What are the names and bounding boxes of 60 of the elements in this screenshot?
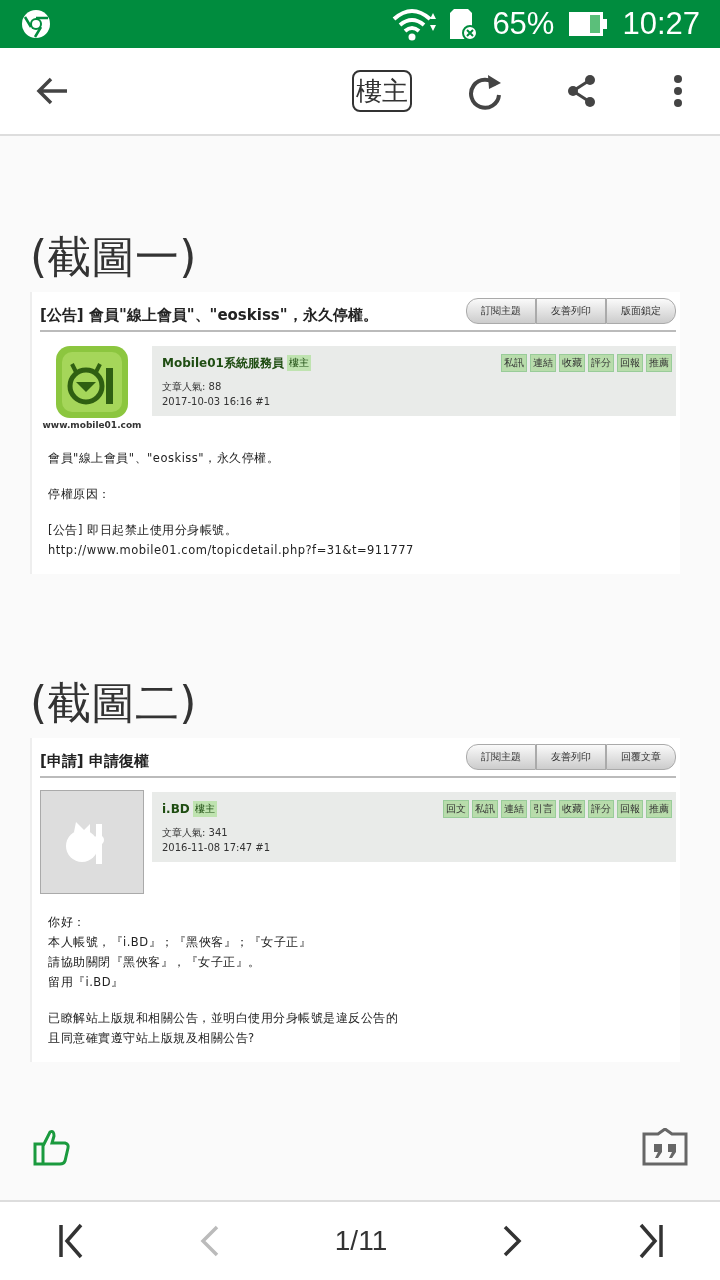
battery-percent: 65% — [492, 6, 555, 42]
thread-title: [申請] 申請復權 — [40, 752, 150, 770]
post-stats: 文章人氣: 341 — [162, 826, 229, 840]
author-name[interactable]: i.BD — [162, 802, 190, 816]
post-text: [公告] 即日起禁止使用分身帳號。 — [48, 522, 239, 539]
post-stats: 文章人氣: 88 — [162, 380, 223, 394]
post-action-button[interactable]: 收藏 — [559, 800, 585, 818]
post-text: http://www.mobile01.com/topicdetail.php?f=31&t=911777 — [48, 542, 415, 559]
post-action-button[interactable]: 連結 — [501, 800, 527, 818]
post-datetime: 2017-10-03 16:16 #1 — [162, 396, 272, 407]
post-action-button[interactable]: 收藏 — [559, 354, 585, 372]
logo-caption: www.mobile01.com — [42, 420, 142, 430]
post-text: 且同意確實遵守站上版規及相關公告? — [48, 1030, 256, 1047]
author-badge: 樓主 — [192, 801, 217, 817]
post-text: 會員"線上會員"、"eoskiss"，永久停權。 — [48, 450, 281, 467]
post-text: 本人帳號，『i.BD』；『黑俠客』；『女子正』 — [48, 934, 313, 951]
page-indicator: 1/11 — [334, 1225, 388, 1257]
thread-button[interactable]: 訂閱主題 — [466, 298, 536, 324]
post-text: 請協助關閉『黑俠客』，『女子正』。 — [48, 954, 262, 971]
next-page-icon[interactable] — [502, 1223, 523, 1259]
post-datetime: 2016-11-08 17:47 #1 — [162, 842, 272, 853]
author-name[interactable]: Mobile01系統服務員 — [162, 354, 284, 372]
thread-button[interactable]: 訂閱主題 — [466, 744, 536, 770]
like-icon[interactable] — [32, 1128, 72, 1166]
clock: 10:27 — [622, 6, 700, 42]
post-text: 停權原因： — [48, 486, 112, 503]
browser-icon — [20, 8, 52, 40]
post-action-button[interactable]: 評分 — [588, 354, 614, 372]
post-action-button[interactable]: 私訊 — [501, 354, 527, 372]
post-action-button[interactable]: 連結 — [530, 354, 556, 372]
logo-icon — [54, 344, 130, 420]
post-action-button[interactable]: 回報 — [617, 800, 643, 818]
post-action-button[interactable]: 引言 — [530, 800, 556, 818]
post-action-button[interactable]: 私訊 — [472, 800, 498, 818]
post-action-button[interactable]: 推薦 — [646, 354, 672, 372]
post-action-button[interactable]: 回文 — [443, 800, 469, 818]
section-heading: (截圖二) — [30, 676, 198, 730]
first-page-icon[interactable] — [58, 1223, 84, 1259]
quote-icon[interactable] — [642, 1128, 688, 1166]
post-text: 已瞭解站上版規和相關公告，並明白使用分身帳號是違反公告的 — [48, 1010, 399, 1027]
post-text: 你好： — [48, 914, 87, 931]
share-icon — [566, 74, 598, 108]
post-action-button[interactable]: 評分 — [588, 800, 614, 818]
thread-title: [公告] 會員"線上會員"、"eoskiss"，永久停權。 — [40, 306, 379, 324]
battery-icon — [568, 11, 609, 37]
thread-button[interactable]: 版面鎖定 — [606, 298, 676, 324]
post-action-button[interactable]: 回報 — [617, 354, 643, 372]
thread-button[interactable]: 友善列印 — [536, 298, 606, 324]
post-text: 留用『i.BD』 — [48, 974, 125, 991]
thread-starter-button[interactable]: 樓主 — [352, 70, 412, 112]
post-action-button[interactable]: 推薦 — [646, 800, 672, 818]
last-page-icon[interactable] — [638, 1223, 664, 1259]
more-icon — [673, 74, 683, 108]
thread-button[interactable]: 友善列印 — [536, 744, 606, 770]
author-badge: 樓主 — [286, 355, 311, 371]
section-heading: (截圖一) — [30, 230, 198, 284]
thread-button[interactable]: 回覆文章 — [606, 744, 676, 770]
avatar-placeholder-icon — [40, 790, 144, 894]
back-arrow-icon — [35, 76, 69, 106]
wifi-icon — [392, 7, 437, 41]
